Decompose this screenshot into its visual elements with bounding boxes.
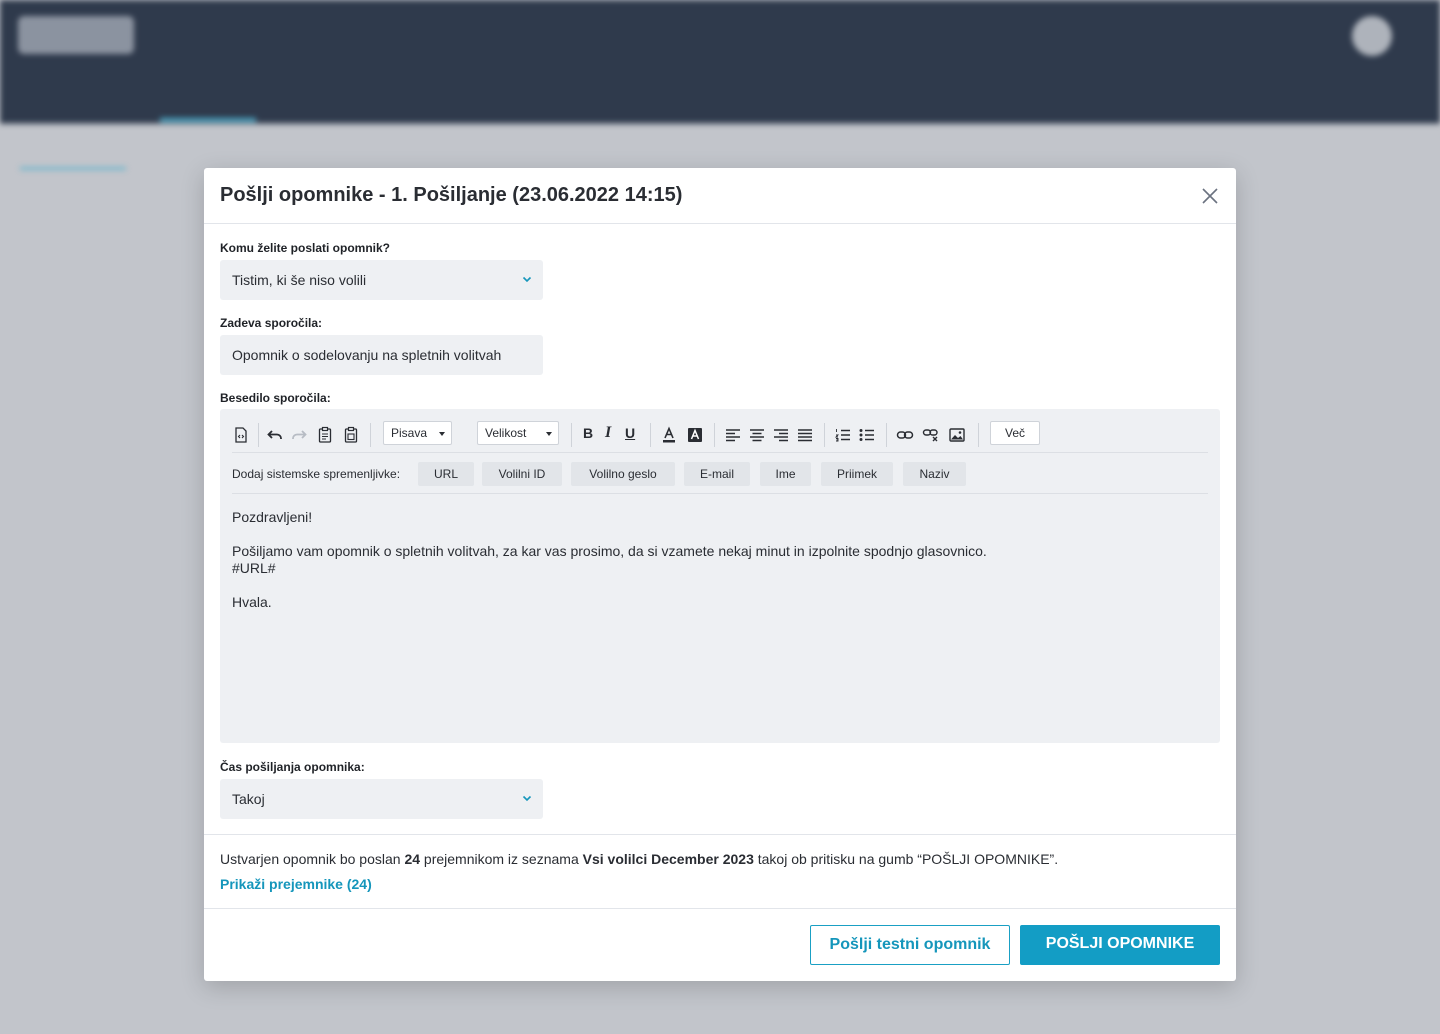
send-summary: Ustvarjen opomnik bo poslan 24 prejemnik… xyxy=(220,851,1058,867)
font-dropdown[interactable]: Pisava xyxy=(383,421,452,445)
body-url-variable: #URL# xyxy=(232,560,276,576)
chevron-down-icon xyxy=(522,795,532,802)
close-icon[interactable] xyxy=(1200,186,1220,206)
background-color-icon[interactable] xyxy=(686,426,704,444)
editor-content[interactable]: Pozdravljeni! Pošiljamo vam opomnik o sp… xyxy=(232,509,1208,729)
summary-list-name: Vsi volilci December 2023 xyxy=(582,851,754,867)
toolbar-separator xyxy=(258,423,259,447)
more-button[interactable]: Več xyxy=(990,421,1040,445)
toolbar-separator xyxy=(886,423,887,447)
variable-chip-title[interactable]: Naziv xyxy=(903,462,966,486)
bold-button[interactable]: B xyxy=(583,425,593,441)
recipient-select[interactable]: Tistim, ki še niso volili xyxy=(220,260,543,300)
modal-title: Pošlji opomnike - 1. Pošiljanje (23.06.2… xyxy=(220,184,683,206)
font-dropdown-label: Pisava xyxy=(391,426,428,440)
toolbar-separator xyxy=(978,423,979,447)
italic-button[interactable]: I xyxy=(605,424,611,442)
body-closing: Hvala. xyxy=(232,594,272,610)
subject-label: Zadeva sporočila: xyxy=(220,316,323,330)
summary-text: takoj ob pritisku na gumb “POŠLJI OPOMNI… xyxy=(753,851,1059,867)
source-code-icon[interactable] xyxy=(232,426,250,444)
numbered-list-icon[interactable] xyxy=(834,426,852,444)
image-icon[interactable] xyxy=(948,426,966,444)
background-nav-active-indicator xyxy=(160,118,256,122)
align-center-icon[interactable] xyxy=(748,426,766,444)
recipient-label: Komu želite poslati opomnik? xyxy=(220,241,391,255)
toolbar-separator xyxy=(714,423,715,447)
timing-select[interactable]: Takoj xyxy=(220,779,543,819)
align-justify-icon[interactable] xyxy=(796,426,814,444)
caret-down-icon xyxy=(546,432,552,436)
modal-divider xyxy=(204,908,1236,909)
summary-text: prejemnikom iz seznama xyxy=(420,851,583,867)
background-topbar xyxy=(0,0,1440,70)
toolbar-separator xyxy=(650,423,651,447)
subject-input[interactable]: Opomnik o sodelovanju na spletnih volitv… xyxy=(220,335,543,375)
size-dropdown[interactable]: Velikost xyxy=(477,421,559,445)
editor-toolbar: Pisava Velikost B I U Več xyxy=(232,419,1208,453)
align-right-icon[interactable] xyxy=(772,426,790,444)
recipient-select-value: Tistim, ki še niso volili xyxy=(232,272,367,288)
background-subtab-indicator xyxy=(20,167,126,170)
summary-recipient-count: 24 xyxy=(404,851,421,867)
background-avatar xyxy=(1352,16,1392,56)
message-editor[interactable]: Pisava Velikost B I U Več Dodaj sistemsk… xyxy=(220,409,1220,743)
send-reminders-button[interactable]: POŠLJI OPOMNIKE xyxy=(1020,925,1220,965)
modal-divider xyxy=(204,834,1236,835)
text-color-icon[interactable] xyxy=(660,426,678,444)
summary-text: Ustvarjen opomnik bo poslan xyxy=(220,851,405,867)
link-icon[interactable] xyxy=(896,426,914,444)
size-dropdown-label: Velikost xyxy=(485,426,527,440)
system-variables-label: Dodaj sistemske spremenljivke: xyxy=(232,467,401,481)
variable-chip-email[interactable]: E-mail xyxy=(684,462,750,486)
toolbar-separator xyxy=(824,423,825,447)
modal-header: Pošlji opomnike - 1. Pošiljanje (23.06.2… xyxy=(204,168,1236,224)
bullet-list-icon[interactable] xyxy=(858,426,876,444)
variable-chip-voter-password[interactable]: Volilno geslo xyxy=(571,462,675,486)
timing-select-value: Takoj xyxy=(232,791,265,807)
background-logo xyxy=(18,16,134,54)
body-greeting: Pozdravljeni! xyxy=(232,509,313,525)
background-navbar xyxy=(0,70,1440,124)
caret-down-icon xyxy=(439,432,445,436)
show-recipients-link[interactable]: Prikaži prejemnike (24) xyxy=(220,876,372,892)
variable-chip-voter-id[interactable]: Volilni ID xyxy=(482,462,562,486)
body-label: Besedilo sporočila: xyxy=(220,391,331,405)
system-variables-row: Dodaj sistemske spremenljivke: URL Volil… xyxy=(232,454,1208,494)
redo-icon[interactable] xyxy=(290,426,308,444)
variable-chip-last-name[interactable]: Priimek xyxy=(821,462,893,486)
send-test-reminder-button[interactable]: Pošlji testni opomnik xyxy=(810,925,1010,965)
unlink-icon[interactable] xyxy=(922,426,940,444)
chevron-down-icon xyxy=(522,276,532,283)
body-paragraph: Pošiljamo vam opomnik o spletnih volitva… xyxy=(232,543,987,559)
toolbar-separator xyxy=(370,423,371,447)
toolbar-separator xyxy=(571,423,572,447)
undo-icon[interactable] xyxy=(266,426,284,444)
paste-icon[interactable] xyxy=(316,426,334,444)
variable-chip-first-name[interactable]: Ime xyxy=(760,462,811,486)
paste-text-icon[interactable] xyxy=(342,426,360,444)
timing-label: Čas pošiljanja opomnika: xyxy=(220,760,365,774)
send-reminders-modal: Pošlji opomnike - 1. Pošiljanje (23.06.2… xyxy=(204,168,1236,981)
variable-chip-url[interactable]: URL xyxy=(418,462,474,486)
align-left-icon[interactable] xyxy=(724,426,742,444)
underline-button[interactable]: U xyxy=(625,425,635,441)
